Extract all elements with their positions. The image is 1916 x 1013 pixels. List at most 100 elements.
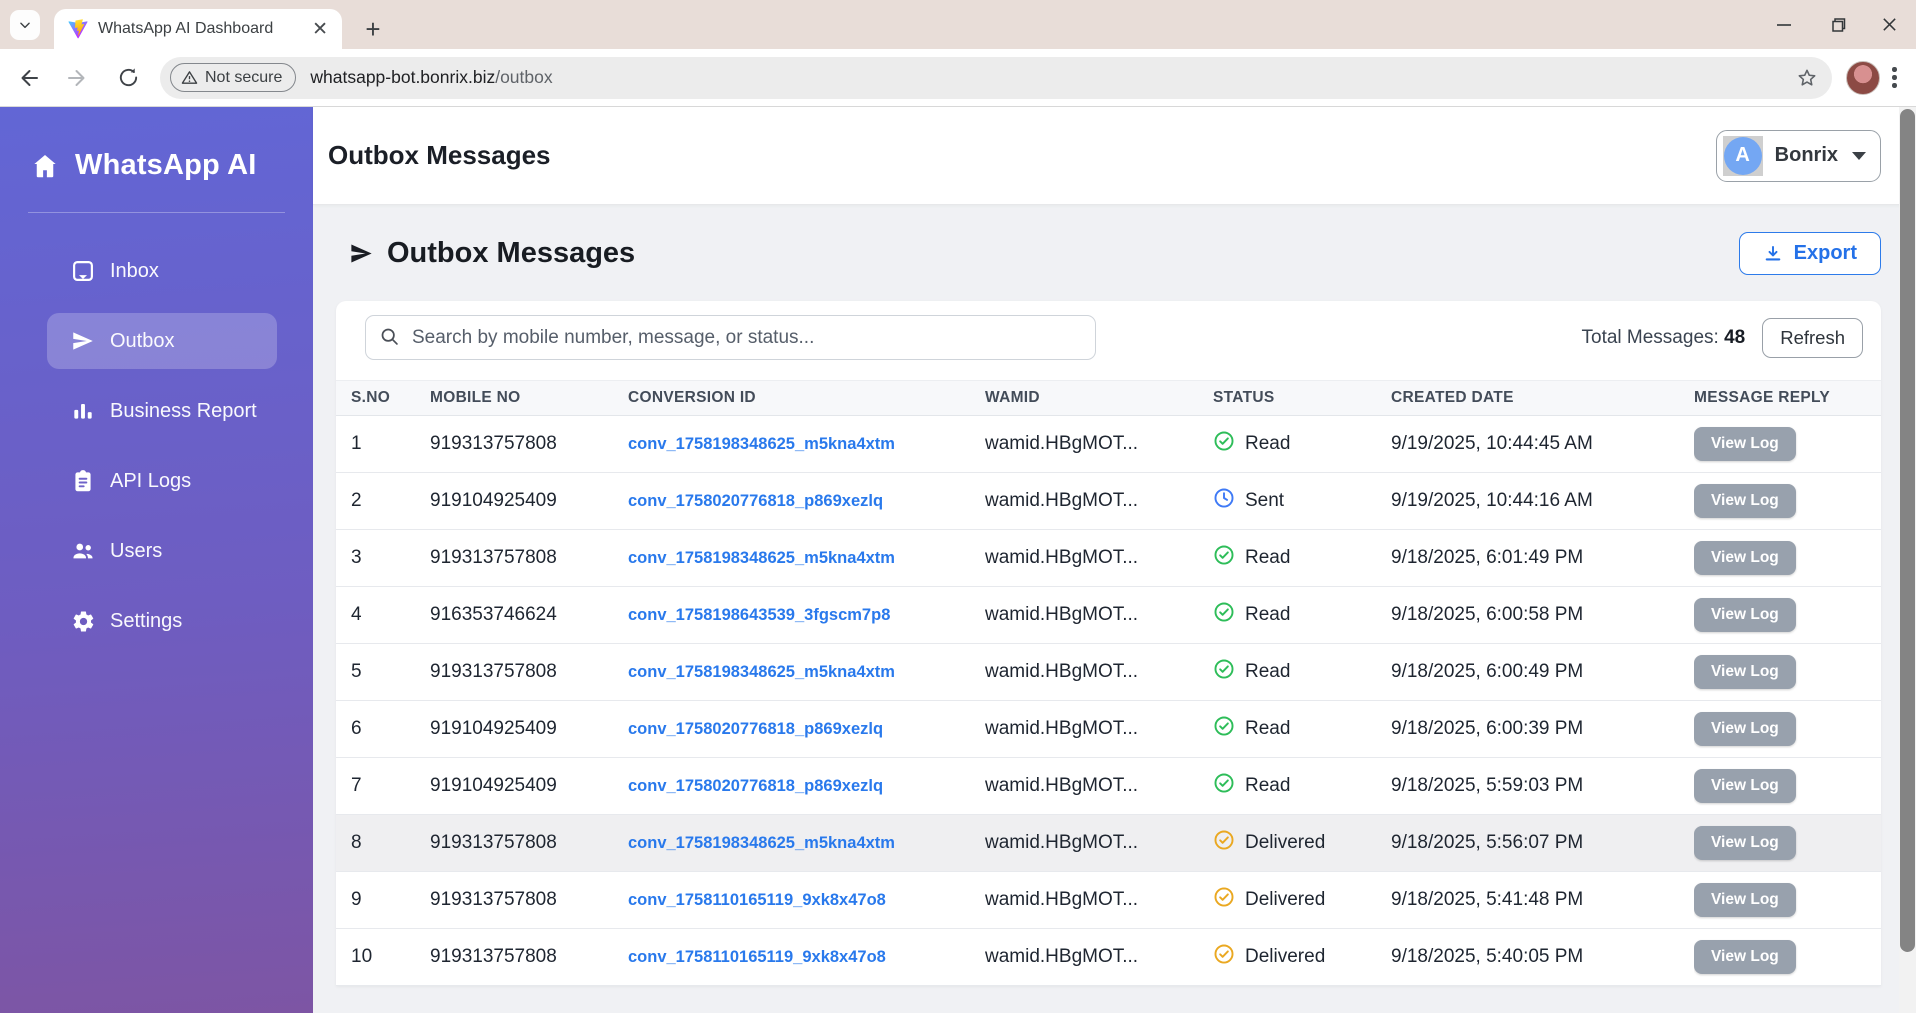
new-tab-button[interactable]: +: [356, 12, 390, 46]
total-messages: Total Messages: 48: [1581, 326, 1746, 348]
cell-created-date: 9/18/2025, 5:59:03 PM: [1391, 775, 1584, 796]
conversion-id-link[interactable]: conv_1758020776818_p869xezlq: [628, 720, 883, 738]
cell-created-date: 9/18/2025, 6:00:49 PM: [1391, 661, 1584, 682]
browser-window: WhatsApp AI Dashboard ✕ + Not secure wha…: [0, 0, 1916, 1013]
close-button[interactable]: [1863, 0, 1916, 49]
cell-sno: 5: [351, 661, 362, 682]
cell-sno: 8: [351, 832, 362, 853]
conversion-id-link[interactable]: conv_1758110165119_9xk8x47o8: [628, 948, 886, 966]
table-row: 6 919104925409 conv_1758020776818_p869xe…: [336, 701, 1881, 758]
table-row: 1 919313757808 conv_1758198348625_m5kna4…: [336, 416, 1881, 473]
check-circle-icon: [1213, 715, 1235, 743]
vite-favicon-icon: [68, 19, 88, 39]
close-icon: [1883, 18, 1896, 31]
view-log-button[interactable]: View Log: [1694, 769, 1796, 803]
tab-close-icon[interactable]: ✕: [310, 20, 330, 39]
view-log-button[interactable]: View Log: [1694, 940, 1796, 974]
clipboard-icon: [70, 468, 96, 494]
restore-button[interactable]: [1810, 0, 1863, 49]
main-area: Outbox Messages A Bonrix Outbox Messages…: [313, 107, 1916, 1013]
status-badge: Delivered: [1245, 832, 1326, 853]
messages-card: Total Messages: 48 Refresh S.NO MOBILE N…: [336, 301, 1881, 986]
conversion-id-link[interactable]: conv_1758198348625_m5kna4xtm: [628, 549, 895, 567]
sidebar-item-api-logs[interactable]: API Logs: [47, 453, 277, 509]
conversion-id-link[interactable]: conv_1758198348625_m5kna4xtm: [628, 435, 895, 453]
cell-created-date: 9/18/2025, 6:00:39 PM: [1391, 718, 1584, 739]
page-scrollbar[interactable]: [1899, 107, 1916, 1013]
sidebar-item-settings[interactable]: Settings: [47, 593, 277, 649]
conversion-id-link[interactable]: conv_1758020776818_p869xezlq: [628, 777, 883, 795]
security-chip[interactable]: Not secure: [170, 63, 297, 92]
total-messages-count: 48: [1724, 326, 1746, 348]
search-icon: [381, 328, 398, 345]
conversion-id-link[interactable]: conv_1758198348625_m5kna4xtm: [628, 663, 895, 681]
view-log-button[interactable]: View Log: [1694, 826, 1796, 860]
warning-icon: [181, 71, 198, 84]
table-row: 5 919313757808 conv_1758198348625_m5kna4…: [336, 644, 1881, 701]
cell-sno: 4: [351, 604, 362, 625]
send-icon: [351, 244, 372, 263]
cell-mobile: 916353746624: [430, 604, 557, 625]
cell-sno: 6: [351, 718, 362, 739]
view-log-button[interactable]: View Log: [1694, 655, 1796, 689]
conversion-id-link[interactable]: conv_1758198643539_3fgscm7p8: [628, 606, 890, 624]
card-toolbar: Total Messages: 48 Refresh: [336, 301, 1881, 380]
view-log-button[interactable]: View Log: [1694, 427, 1796, 461]
status-badge: Delivered: [1245, 946, 1326, 967]
check-circle-icon: [1213, 772, 1235, 800]
view-log-button[interactable]: View Log: [1694, 484, 1796, 518]
status-badge: Read: [1245, 661, 1291, 682]
minimize-icon: [1776, 23, 1791, 26]
browser-menu-button[interactable]: [1892, 67, 1897, 88]
sidebar-item-inbox[interactable]: Inbox: [47, 243, 277, 299]
refresh-button[interactable]: Refresh: [1762, 317, 1863, 358]
sidebar-item-users[interactable]: Users: [47, 523, 277, 579]
col-sno: S.NO: [351, 389, 391, 406]
forward-button[interactable]: [56, 56, 100, 100]
address-bar[interactable]: Not secure whatsapp-bot.bonrix.biz/outbo…: [160, 56, 1832, 99]
cell-created-date: 9/19/2025, 10:44:45 AM: [1391, 433, 1593, 454]
tab-search-button[interactable]: [10, 10, 40, 40]
view-log-button[interactable]: View Log: [1694, 883, 1796, 917]
status-badge: Read: [1245, 775, 1291, 796]
page-title: Outbox Messages: [328, 140, 551, 170]
user-menu-button[interactable]: A Bonrix: [1715, 129, 1881, 182]
table-row: 10 919313757808 conv_1758110165119_9xk8x…: [336, 929, 1881, 986]
restore-icon: [1831, 17, 1845, 32]
brand[interactable]: WhatsApp AI: [0, 107, 313, 182]
sidebar-item-label: Inbox: [110, 259, 159, 282]
cell-created-date: 9/18/2025, 5:40:05 PM: [1391, 946, 1584, 967]
minimize-button[interactable]: [1757, 0, 1810, 49]
table-header-row: S.NO MOBILE NO CONVERSION ID WAMID STATU…: [336, 380, 1881, 416]
inbox-icon: [70, 258, 96, 284]
sidebar-divider: [28, 212, 285, 213]
check-circle-icon: [1213, 658, 1235, 686]
search-input[interactable]: [365, 315, 1096, 360]
export-button[interactable]: Export: [1738, 232, 1881, 275]
check-circle-icon: [1213, 829, 1235, 857]
sidebar-item-label: Users: [110, 539, 163, 562]
conversion-id-link[interactable]: conv_1758020776818_p869xezlq: [628, 492, 883, 510]
browser-profile-avatar[interactable]: [1846, 60, 1880, 95]
cell-sno: 3: [351, 547, 362, 568]
back-button[interactable]: [6, 56, 50, 100]
view-log-button[interactable]: View Log: [1694, 541, 1796, 575]
status-badge: Sent: [1245, 490, 1285, 511]
scrollbar-thumb[interactable]: [1900, 109, 1915, 952]
col-wamid: WAMID: [985, 389, 1040, 406]
conversion-id-link[interactable]: conv_1758198348625_m5kna4xtm: [628, 834, 895, 852]
sidebar-item-outbox[interactable]: Outbox: [47, 313, 277, 369]
cell-sno: 9: [351, 889, 362, 910]
cell-mobile: 919313757808: [430, 547, 557, 568]
check-circle-icon: [1213, 430, 1235, 458]
sidebar-item-business-report[interactable]: Business Report: [47, 383, 277, 439]
browser-tab[interactable]: WhatsApp AI Dashboard ✕: [54, 9, 342, 49]
table-row: 3 919313757808 conv_1758198348625_m5kna4…: [336, 530, 1881, 587]
bookmark-star-icon[interactable]: [1796, 67, 1818, 89]
view-log-button[interactable]: View Log: [1694, 598, 1796, 632]
clock-icon: [1213, 487, 1235, 515]
view-log-button[interactable]: View Log: [1694, 712, 1796, 746]
conversion-id-link[interactable]: conv_1758110165119_9xk8x47o8: [628, 891, 886, 909]
url-text: whatsapp-bot.bonrix.biz/outbox: [310, 67, 552, 88]
reload-button[interactable]: [106, 56, 150, 100]
